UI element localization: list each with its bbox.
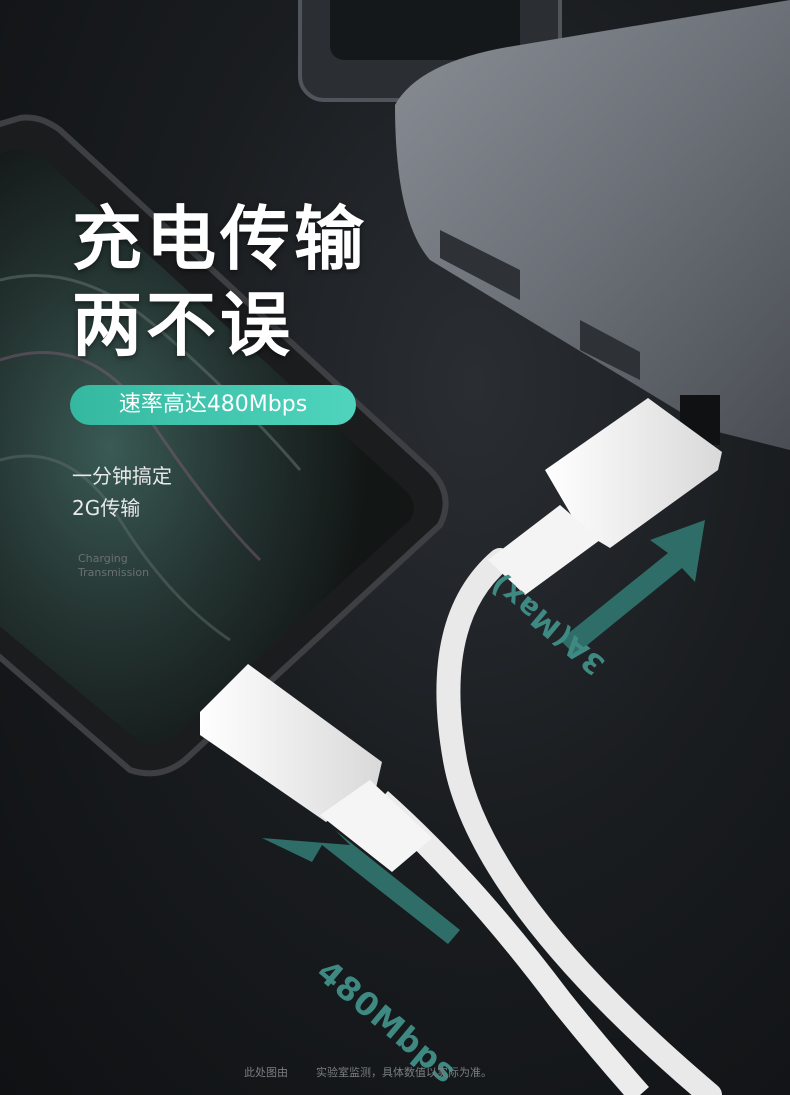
subtitle-line-1: 一分钟搞定 xyxy=(72,464,172,488)
headline: 充电传输 两不误 xyxy=(72,196,368,368)
faint-caption-line-1: Charging xyxy=(78,552,128,565)
faint-caption: Charging Transmission xyxy=(78,552,149,580)
subtitle-line-2: 2G传输 xyxy=(72,496,141,520)
laptop xyxy=(395,0,790,450)
product-banner: 充电传输 两不误 速率高达480Mbps 一分钟搞定 2G传输 Charging… xyxy=(0,0,790,1095)
subtitle: 一分钟搞定 2G传输 xyxy=(72,460,172,524)
footnote: 此处图由 实验室监测，具体数值以实际为准。 xyxy=(244,1064,520,1080)
headline-line-1: 充电传输 xyxy=(72,198,368,280)
faint-caption-line-2: Transmission xyxy=(78,566,150,579)
footnote-part-2: 实验室监测，具体数值以实际为准。 xyxy=(316,1066,492,1079)
headline-line-2: 两不误 xyxy=(72,284,294,366)
product-scene xyxy=(0,0,790,1095)
speed-badge: 速率高达480Mbps xyxy=(70,385,356,425)
footnote-part-1: 此处图由 xyxy=(244,1066,288,1079)
